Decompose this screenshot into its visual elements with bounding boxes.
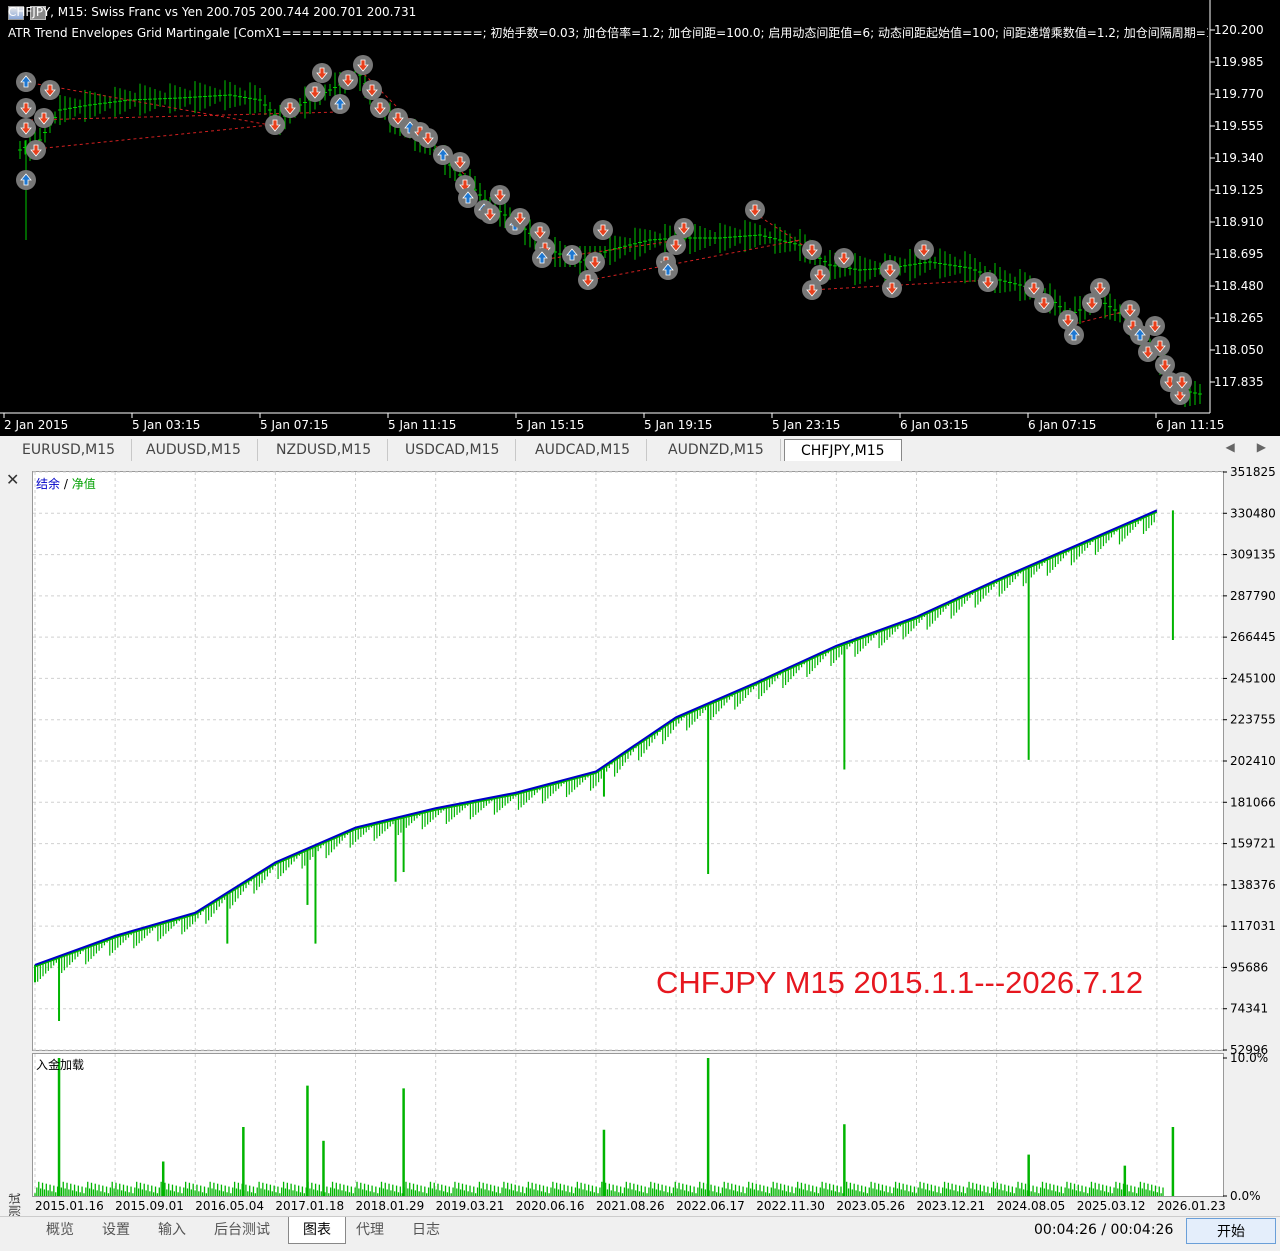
legend-balance: 结余 bbox=[36, 477, 61, 491]
symbol-tab-audcad-m15[interactable]: AUDCAD,M15 bbox=[519, 439, 648, 461]
deposit-load-panel[interactable] bbox=[32, 1053, 1224, 1197]
symbol-tab-audnzd-m15[interactable]: AUDNZD,M15 bbox=[652, 439, 781, 461]
legend-separator: / bbox=[60, 477, 72, 491]
symbol-tab-nzdusd-m15[interactable]: NZDUSD,M15 bbox=[260, 439, 389, 461]
price-x-label: 5 Jan 19:15 bbox=[644, 418, 712, 432]
symbol-tab-chfjpy-m15[interactable]: CHFJPY,M15 bbox=[784, 439, 902, 461]
symbol-tab-bar: EURUSD,M15 AUDUSD,M15 NZDUSD,M15 USDCAD,M15… bbox=[0, 436, 1280, 463]
balance-chart-panel[interactable] bbox=[32, 471, 1224, 1051]
bottom-tab-5[interactable]: 代理 bbox=[342, 1217, 398, 1243]
price-y-label: 118.480 bbox=[1214, 279, 1264, 293]
symbol-tab-audusd-m15[interactable]: AUDUSD,M15 bbox=[130, 439, 258, 461]
balance-legend: 结余 / 净值 bbox=[36, 475, 96, 492]
price-y-label: 119.770 bbox=[1214, 87, 1264, 101]
symbol-tab-eurusd-m15[interactable]: EURUSD,M15 bbox=[6, 439, 133, 461]
price-x-label: 2 Jan 2015 bbox=[4, 418, 68, 432]
legend-equity: 净值 bbox=[71, 477, 96, 491]
bottom-tab-0[interactable]: 概览 bbox=[32, 1217, 88, 1243]
tab-scroll-left-icon[interactable]: ◀ bbox=[1226, 440, 1235, 454]
price-chart-canvas: 120.200 119.985 119.770 119.555 119.340 119.1… bbox=[0, 0, 1264, 432]
price-x-label: 6 Jan 03:15 bbox=[900, 418, 968, 432]
price-y-label: 118.050 bbox=[1214, 343, 1264, 357]
price-x-label: 5 Jan 23:15 bbox=[772, 418, 840, 432]
price-x-label: 5 Jan 07:15 bbox=[260, 418, 328, 432]
bottom-tab-6[interactable]: 日志 bbox=[398, 1217, 454, 1243]
price-y-label: 119.125 bbox=[1214, 183, 1264, 197]
price-y-label: 119.555 bbox=[1214, 119, 1264, 133]
price-chart[interactable]: CHFJPY, M15: Swiss Franc vs Yen 200.705 … bbox=[0, 0, 1280, 436]
price-y-label: 118.265 bbox=[1214, 311, 1264, 325]
elapsed-timer: 00:04:26 / 00:04:26 bbox=[1034, 1222, 1174, 1238]
price-y-label: 119.985 bbox=[1214, 55, 1264, 69]
price-y-label: 117.835 bbox=[1214, 375, 1264, 389]
trade-line bbox=[25, 124, 271, 151]
deposit-load-legend: 入金加载 bbox=[36, 1058, 85, 1072]
bottom-tab-3[interactable]: 后台测试 bbox=[200, 1217, 284, 1243]
start-button[interactable]: 开始 bbox=[1186, 1218, 1276, 1244]
symbol-tab-usdcad-m15[interactable]: USDCAD,M15 bbox=[389, 439, 517, 461]
trade-arrows bbox=[16, 55, 1192, 405]
price-x-label: 6 Jan 07:15 bbox=[1028, 418, 1096, 432]
price-x-label: 5 Jan 03:15 bbox=[132, 418, 200, 432]
price-y-label: 118.910 bbox=[1214, 215, 1264, 229]
price-y-label: 119.340 bbox=[1214, 151, 1264, 165]
tab-scroll-right-icon[interactable]: ▶ bbox=[1257, 440, 1266, 454]
price-x-label: 5 Jan 11:15 bbox=[388, 418, 456, 432]
bottom-tab-1[interactable]: 设置 bbox=[88, 1217, 144, 1243]
price-y-label: 120.200 bbox=[1214, 23, 1264, 37]
close-icon[interactable]: ✕ bbox=[6, 470, 19, 489]
bottom-tab-2[interactable]: 输入 bbox=[144, 1217, 200, 1243]
price-x-label: 6 Jan 11:15 bbox=[1156, 418, 1224, 432]
overlay-title: CHFJPY M15 2015.1.1---2026.7.12 bbox=[656, 965, 1144, 1000]
bottom-tab-4[interactable]: 图表 bbox=[288, 1217, 346, 1244]
price-y-label: 118.695 bbox=[1214, 247, 1264, 261]
tab-scroll-arrows: ◀ ▶ bbox=[1226, 440, 1266, 454]
price-x-label: 5 Jan 15:15 bbox=[516, 418, 584, 432]
trade-line bbox=[25, 81, 271, 126]
